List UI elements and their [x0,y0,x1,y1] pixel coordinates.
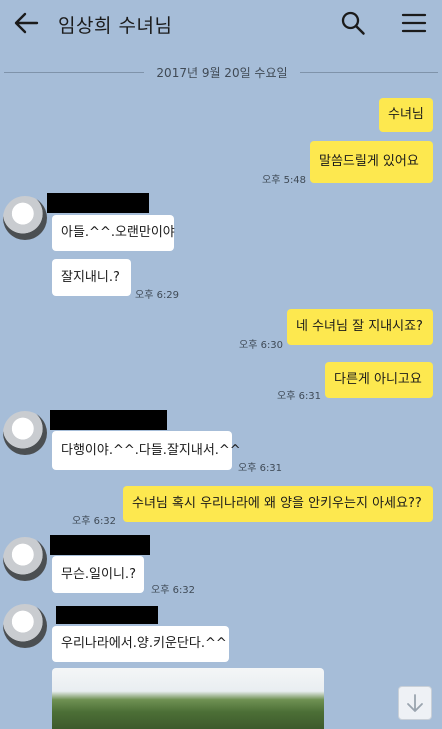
message-time: 오후 6:31 [238,463,283,474]
their-message-bubble[interactable]: 잘지내니.? [52,259,131,296]
message-time: 오후 5:48 [262,175,307,186]
message-text: 말씀드릴게 있어요 [319,154,419,169]
avatar[interactable] [3,196,47,240]
message-time: 오후 6:29 [135,290,180,301]
my-message-bubble[interactable]: 말씀드릴게 있어요 [310,141,433,183]
message-text: 잘지내니.? [61,269,120,285]
message-text: 다른게 아니고요 [334,372,422,387]
sender-name-redacted [47,193,149,213]
chat-header: 임상희 수녀님 [0,0,442,46]
divider-line [4,72,144,73]
their-message-bubble[interactable]: 아들.^^.오랜만이야 [52,215,175,251]
sender-name-redacted [50,410,167,430]
date-divider-label: 2017년 9월 20일 수요일 [156,66,288,80]
message-text: 무슨.일이니.? [61,566,136,582]
avatar[interactable] [3,604,47,648]
scroll-to-bottom-button[interactable] [398,686,432,720]
message-text: 수녀님 혹시 우리나라에 왜 양을 안키우는지 아세요?? [132,496,422,511]
sender-name-redacted [50,535,150,555]
message-time: 오후 6:30 [239,340,284,351]
message-time: 오후 6:31 [277,391,322,402]
hamburger-menu-icon[interactable] [401,12,427,34]
message-text: 우리나라에서.양.키운단다.^^ [61,636,227,651]
my-message-bubble[interactable]: 네 수녀님 잘 지내시죠? [287,309,433,345]
message-time: 오후 6:32 [72,516,117,527]
message-text: 네 수녀님 잘 지내시죠? [296,319,423,334]
avatar[interactable] [3,537,47,581]
their-message-bubble[interactable]: 무슨.일이니.? [52,556,144,593]
search-icon[interactable] [340,10,366,36]
message-text: 아들.^^.오랜만이야 [61,225,175,240]
my-message-bubble[interactable]: 다른게 아니고요 [325,362,433,398]
arrow-down-icon [407,694,423,712]
arrow-left-icon[interactable] [12,10,40,36]
message-text: 다행이야.^^.다들.잘지내서.^^ [61,442,241,458]
sender-name-redacted [56,606,158,624]
date-divider: 2017년 9월 20일 수요일 [0,60,442,84]
their-message-bubble[interactable]: 우리나라에서.양.키운단다.^^ [52,626,229,662]
their-message-bubble[interactable]: 다행이야.^^.다들.잘지내서.^^ [52,431,241,470]
message-time: 오후 6:32 [151,585,196,596]
my-message-bubble[interactable]: 수녀님 혹시 우리나라에 왜 양을 안키우는지 아세요?? [123,486,433,522]
photo-message[interactable] [52,668,324,729]
chat-title: 임상희 수녀님 [58,15,173,37]
message-text: 수녀님 [388,107,424,122]
my-message-bubble[interactable]: 수녀님 [379,98,433,132]
avatar[interactable] [3,411,47,455]
divider-line [300,72,438,73]
